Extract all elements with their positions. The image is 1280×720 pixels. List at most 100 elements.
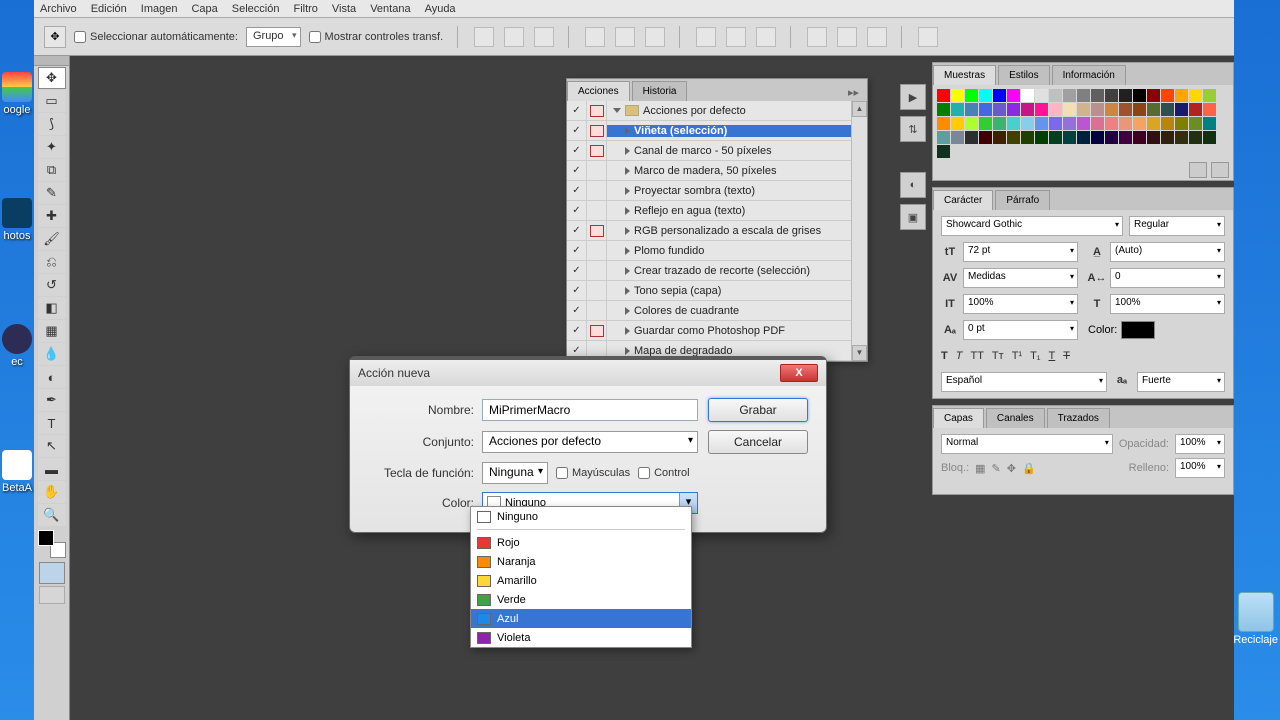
bold-icon[interactable]: T [941,350,948,362]
font-size-field[interactable]: 72 pt [963,242,1078,262]
swatch[interactable] [1007,131,1020,144]
stamp-tool[interactable]: ⎌ [38,251,66,273]
swatch[interactable] [965,117,978,130]
swatch[interactable] [1147,89,1160,102]
swatch[interactable] [1161,131,1174,144]
vscale-field[interactable]: 100% [963,294,1078,314]
swatch[interactable] [979,117,992,130]
swatch[interactable] [951,103,964,116]
swatch[interactable] [979,131,992,144]
swatch[interactable] [1105,89,1118,102]
swatch[interactable] [1147,117,1160,130]
swatch[interactable] [1175,89,1188,102]
superscript-icon[interactable]: T¹ [1012,350,1022,362]
align-icon[interactable] [474,27,494,47]
panel-grip[interactable] [34,56,69,66]
swatch[interactable] [1105,131,1118,144]
swatch[interactable] [1119,131,1132,144]
color-option[interactable]: Rojo [471,533,691,552]
swatch[interactable] [1091,117,1104,130]
play-icon[interactable]: ▶ [900,84,926,110]
adjust-icon[interactable]: ⇅ [900,116,926,142]
dodge-tool[interactable]: ◐ [38,366,66,388]
menu-ayuda[interactable]: Ayuda [425,3,456,15]
swatch[interactable] [1189,103,1202,116]
swatch[interactable] [993,103,1006,116]
quick-mask[interactable] [39,562,65,584]
swatch[interactable] [1021,131,1034,144]
shape-tool[interactable]: ▬ [38,458,66,480]
allcaps-icon[interactable]: TT [970,350,983,362]
lock-position-icon[interactable]: ✥ [1007,462,1016,475]
new-swatch-icon[interactable] [1189,162,1207,178]
swatch[interactable] [1035,131,1048,144]
swatch[interactable] [1119,117,1132,130]
control-checkbox[interactable]: Control [638,467,689,479]
panel-menu-icon[interactable]: ▸▸ [844,84,863,101]
swatch[interactable] [993,117,1006,130]
tab-acciones[interactable]: Acciones [567,81,630,101]
swatch[interactable] [1203,117,1216,130]
color-swatches[interactable] [38,530,66,558]
scrollbar[interactable]: ▲▼ [851,101,867,361]
swatch[interactable] [937,117,950,130]
swatch[interactable] [979,103,992,116]
distribute-icon[interactable] [837,27,857,47]
tab-historia[interactable]: Historia [632,81,688,101]
menu-ventana[interactable]: Ventana [370,3,410,15]
crop-tool[interactable]: ⧉ [38,159,66,181]
swatch[interactable] [1175,103,1188,116]
tab-canales[interactable]: Canales [986,408,1045,428]
distribute-icon[interactable] [867,27,887,47]
menu-archivo[interactable]: Archivo [40,3,77,15]
zoom-tool[interactable]: 🔍 [38,504,66,526]
swatch[interactable] [1189,89,1202,102]
swatch[interactable] [1035,117,1048,130]
swatch[interactable] [1035,89,1048,102]
color-option[interactable]: Amarillo [471,571,691,590]
tab-caracter[interactable]: Carácter [933,190,993,210]
desktop-icon-eclipse[interactable]: ec [0,324,34,368]
swatch[interactable] [1105,103,1118,116]
distribute-icon[interactable] [696,27,716,47]
screen-mode[interactable] [39,586,65,604]
swatch[interactable] [937,89,950,102]
action-row[interactable]: ✓RGB personalizado a escala de grises [567,221,867,241]
shift-checkbox[interactable]: Mayúsculas [556,467,630,479]
color-option[interactable]: Violeta [471,628,691,647]
history-brush-tool[interactable]: ↺ [38,274,66,296]
align-icon[interactable] [534,27,554,47]
swatch[interactable] [1203,103,1216,116]
eyedropper-tool[interactable]: ✎ [38,182,66,204]
menu-filtro[interactable]: Filtro [293,3,317,15]
swatch[interactable] [1077,131,1090,144]
swatch[interactable] [1007,89,1020,102]
align-icon[interactable] [615,27,635,47]
align-icon[interactable] [585,27,605,47]
name-input[interactable] [482,399,698,421]
swatch[interactable] [1175,131,1188,144]
wand-tool[interactable]: ✦ [38,136,66,158]
swatch[interactable] [1063,89,1076,102]
swatch[interactable] [937,131,950,144]
swatch[interactable] [1161,89,1174,102]
action-row[interactable]: ✓Crear trazado de recorte (selección) [567,261,867,281]
lock-all-icon[interactable]: 🔒 [1022,462,1036,475]
font-family-combo[interactable]: Showcard Gothic [941,216,1123,236]
hand-tool[interactable]: ✋ [38,481,66,503]
swatch[interactable] [1021,117,1034,130]
marquee-tool[interactable]: ▭ [38,90,66,112]
swatch[interactable] [1049,131,1062,144]
swatch[interactable] [993,131,1006,144]
action-row[interactable]: ✓Canal de marco - 50 píxeles [567,141,867,161]
action-set-row[interactable]: ✓ Acciones por defecto [567,101,867,121]
fkey-combo[interactable]: Ninguna [482,462,548,484]
swatch[interactable] [1077,117,1090,130]
lock-pixels-icon[interactable]: ▦ [975,462,985,475]
swatch[interactable] [951,89,964,102]
auto-select-checkbox[interactable]: Seleccionar automáticamente: [74,31,238,43]
swatch[interactable] [951,131,964,144]
clone-src-icon[interactable]: ▣ [900,204,926,230]
action-row[interactable]: ✓Tono sepia (capa) [567,281,867,301]
swatch[interactable] [1119,103,1132,116]
